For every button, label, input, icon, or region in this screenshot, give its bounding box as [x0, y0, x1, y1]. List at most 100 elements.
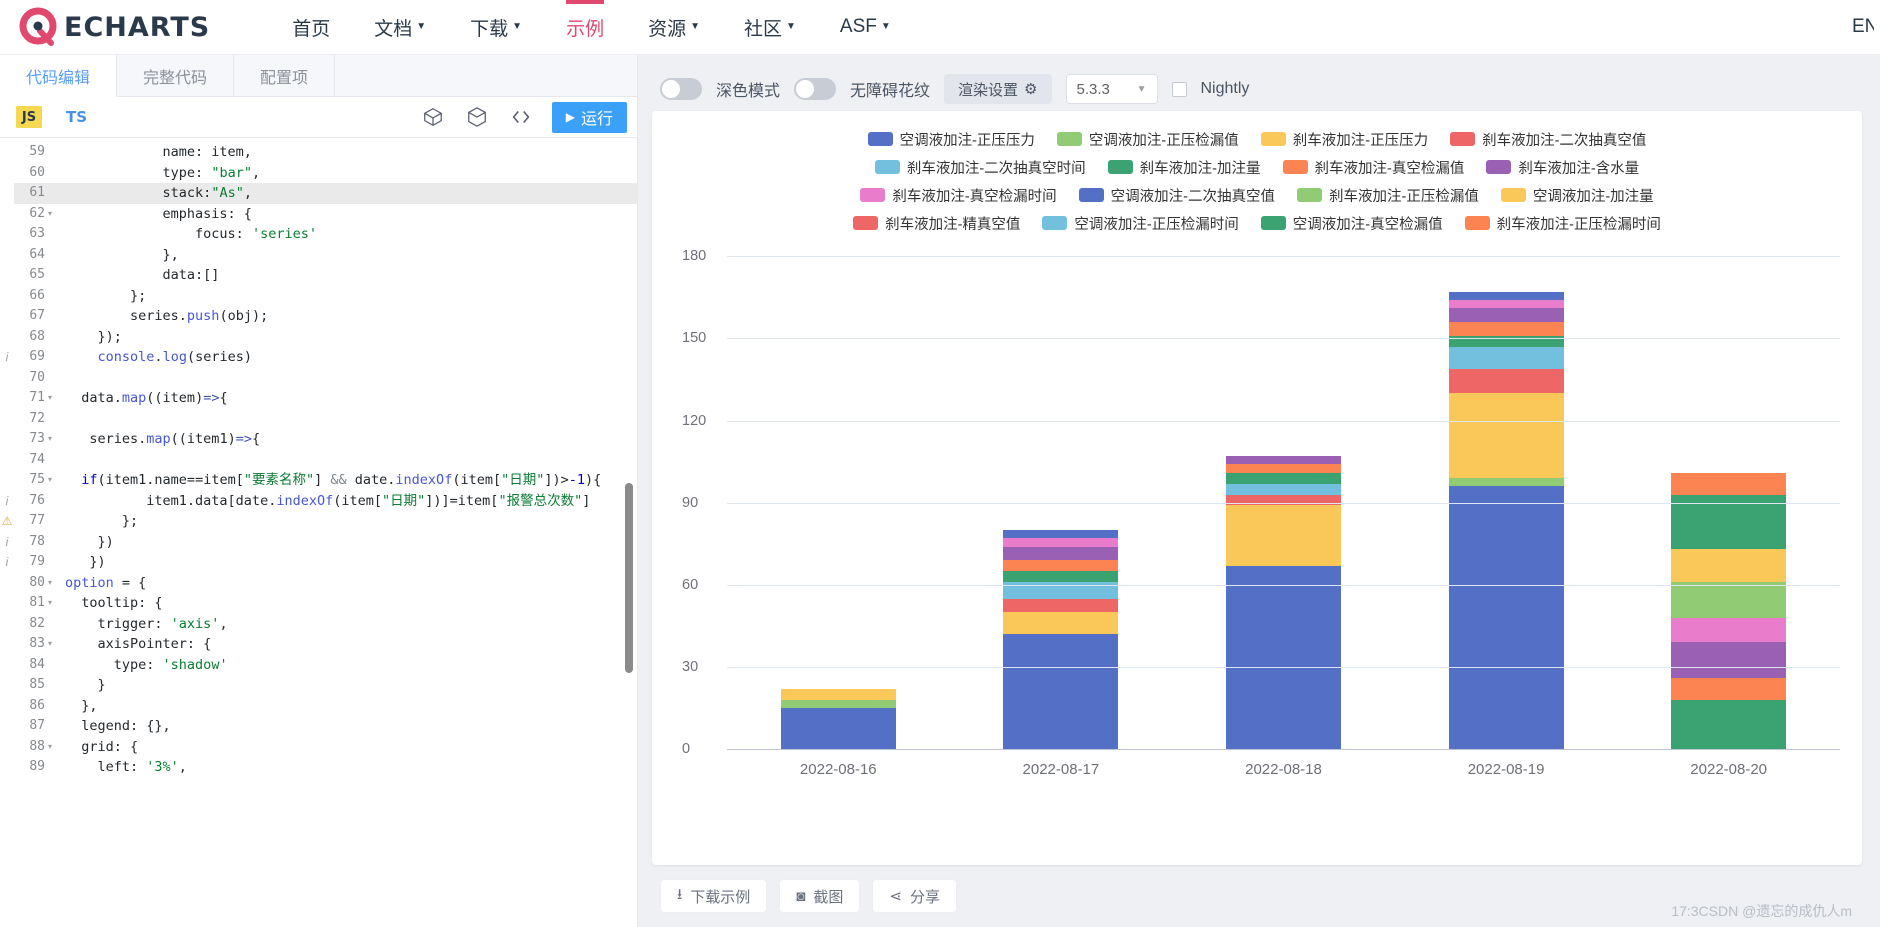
fold-toggle[interactable]: ▾	[48, 388, 61, 409]
bar-segment[interactable]	[1448, 300, 1564, 309]
bar-segment[interactable]	[1448, 393, 1564, 479]
bar-segment[interactable]	[1225, 505, 1341, 566]
code-line[interactable]: option = {	[61, 573, 637, 594]
code-line[interactable]: name: item,	[61, 142, 637, 163]
nav-item-asf[interactable]: ASF ▼	[818, 0, 913, 55]
fold-toggle[interactable]: ▾	[48, 429, 61, 450]
tab-options[interactable]: 配置项	[234, 55, 336, 96]
bar-segment[interactable]	[1003, 546, 1119, 561]
legend-item[interactable]: 空调液加注-加注量	[1500, 185, 1654, 206]
legend-item[interactable]: 空调液加注-二次抽真空值	[1078, 185, 1275, 206]
bar-segment[interactable]	[1225, 565, 1341, 749]
code-line[interactable]: focus: 'series'	[61, 224, 637, 245]
bar-segment[interactable]	[1671, 677, 1787, 700]
nav-item-docs[interactable]: 文档 ▼	[352, 0, 448, 55]
screenshot-button[interactable]: ◙ 截图	[779, 879, 861, 913]
legend-item[interactable]: 空调液加注-正压检漏值	[1056, 129, 1239, 150]
legend-item[interactable]: 刹车液加注-正压压力	[1260, 129, 1428, 150]
legend-item[interactable]: 刹车液加注-真空检漏值	[1282, 157, 1464, 178]
download-example-button[interactable]: ⭳ 下载示例	[660, 879, 768, 913]
legend-item[interactable]: 刹车液加注-正压检漏值	[1297, 185, 1479, 206]
nightly-checkbox[interactable]	[1171, 81, 1187, 97]
bar-segment[interactable]	[1003, 530, 1119, 539]
logo[interactable]: ECHARTS	[18, 7, 210, 47]
editor-fold-column[interactable]: ▾ ▾ ▾ ▾ ▾ ▾ ▾ ▾	[48, 138, 61, 927]
bar-column[interactable]: 2022-08-17	[950, 229, 1173, 778]
bar-segment[interactable]	[1003, 560, 1119, 572]
fold-toggle[interactable]: ▾	[48, 204, 61, 225]
bar-segment[interactable]	[1003, 612, 1119, 635]
code-line[interactable]: grid: {	[61, 737, 637, 758]
fold-toggle[interactable]: ▾	[48, 470, 61, 491]
bar-column[interactable]: 2022-08-19	[1395, 229, 1618, 778]
code-line[interactable]: stack:"As",	[61, 183, 637, 204]
stacked-bar[interactable]	[1671, 472, 1787, 749]
gutter-marker[interactable]: i	[0, 491, 14, 512]
editor-vertical-scrollbar[interactable]	[625, 483, 633, 673]
bar-segment[interactable]	[1448, 335, 1564, 347]
gutter-marker[interactable]: i	[0, 347, 14, 368]
code-line[interactable]: console.log(series)	[61, 347, 637, 368]
code-line[interactable]: })	[61, 552, 637, 573]
dark-mode-toggle[interactable]	[660, 78, 702, 100]
bar-segment[interactable]	[1225, 464, 1341, 473]
bar-segment[interactable]	[1448, 292, 1564, 301]
code-line[interactable]: item1.data[date.indexOf(item["日期"])]=ite…	[61, 491, 637, 512]
stacked-bar[interactable]	[1448, 292, 1564, 749]
bar-segment[interactable]	[1003, 598, 1119, 613]
bar-segment[interactable]	[1003, 634, 1119, 749]
fold-toggle[interactable]: ▾	[48, 573, 61, 594]
code-line[interactable]: },	[61, 245, 637, 266]
bar-segment[interactable]	[1671, 699, 1787, 749]
legend-item[interactable]: 刹车液加注-真空检漏时间	[860, 185, 1057, 206]
cube-outline-icon[interactable]	[420, 104, 446, 130]
code-line[interactable]	[61, 409, 637, 430]
bar-segment[interactable]	[1671, 582, 1787, 618]
code-brackets-icon[interactable]	[508, 104, 534, 130]
share-button[interactable]: ⋖ 分享	[872, 879, 957, 913]
version-select[interactable]: 5.3.3 ▼	[1065, 74, 1158, 104]
bar-segment[interactable]	[1671, 472, 1787, 495]
bar-segment[interactable]	[1671, 617, 1787, 643]
code-line[interactable]: };	[61, 511, 637, 532]
stacked-bar[interactable]	[1003, 530, 1119, 749]
bar-segment[interactable]	[1225, 483, 1341, 495]
bar-segment[interactable]	[1448, 322, 1564, 336]
bar-segment[interactable]	[1448, 368, 1564, 394]
code-line[interactable]: emphasis: {	[61, 204, 637, 225]
code-line[interactable]: series.push(obj);	[61, 306, 637, 327]
bar-segment[interactable]	[780, 707, 896, 749]
legend-item[interactable]: 空调液加注-正压压力	[867, 129, 1035, 150]
bar-segment[interactable]	[1225, 494, 1341, 506]
bar-segment[interactable]	[1448, 486, 1564, 749]
code-line[interactable]: left: '3%',	[61, 757, 637, 778]
bar-segment[interactable]	[1671, 642, 1787, 678]
legend-item[interactable]: 刹车液加注-二次抽真空值	[1450, 129, 1646, 150]
chart-container[interactable]: 空调液加注-正压压力 空调液加注-正压检漏值 刹车液加注-正压压力 刹车液加注-二次抽…	[652, 111, 1862, 865]
code-line[interactable]: type: "bar",	[61, 163, 637, 184]
fold-toggle[interactable]: ▾	[48, 634, 61, 655]
tab-full-code[interactable]: 完整代码	[117, 55, 235, 96]
bar-segment[interactable]	[1225, 456, 1341, 465]
bar-segment[interactable]	[1448, 308, 1564, 323]
bar-segment[interactable]	[780, 688, 896, 700]
nav-item-download[interactable]: 下载 ▼	[448, 0, 544, 55]
lang-js-button[interactable]: JS	[16, 106, 42, 128]
bar-segment[interactable]	[780, 699, 896, 708]
bar-segment[interactable]	[1003, 538, 1119, 547]
code-line[interactable]: })	[61, 532, 637, 553]
render-settings-button[interactable]: 渲染设置 ⚙	[944, 74, 1052, 104]
nav-item-examples[interactable]: 示例	[544, 0, 626, 55]
legend-item[interactable]: 刹车液加注-加注量	[1107, 157, 1261, 178]
fold-toggle[interactable]: ▾	[48, 737, 61, 758]
nav-item-community[interactable]: 社区 ▼	[722, 0, 818, 55]
code-line[interactable]: type: 'shadow'	[61, 655, 637, 676]
code-line[interactable]: axisPointer: {	[61, 634, 637, 655]
bar-segment[interactable]	[1225, 472, 1341, 484]
fold-toggle[interactable]: ▾	[48, 593, 61, 614]
language-switcher[interactable]: EN	[1852, 16, 1874, 38]
box-icon[interactable]	[464, 104, 490, 130]
legend-item[interactable]: 刹车液加注-含水量	[1486, 157, 1639, 178]
code-line[interactable]: });	[61, 327, 637, 348]
code-line[interactable]: if(item1.name==item["要素名称"] && date.inde…	[61, 470, 637, 491]
